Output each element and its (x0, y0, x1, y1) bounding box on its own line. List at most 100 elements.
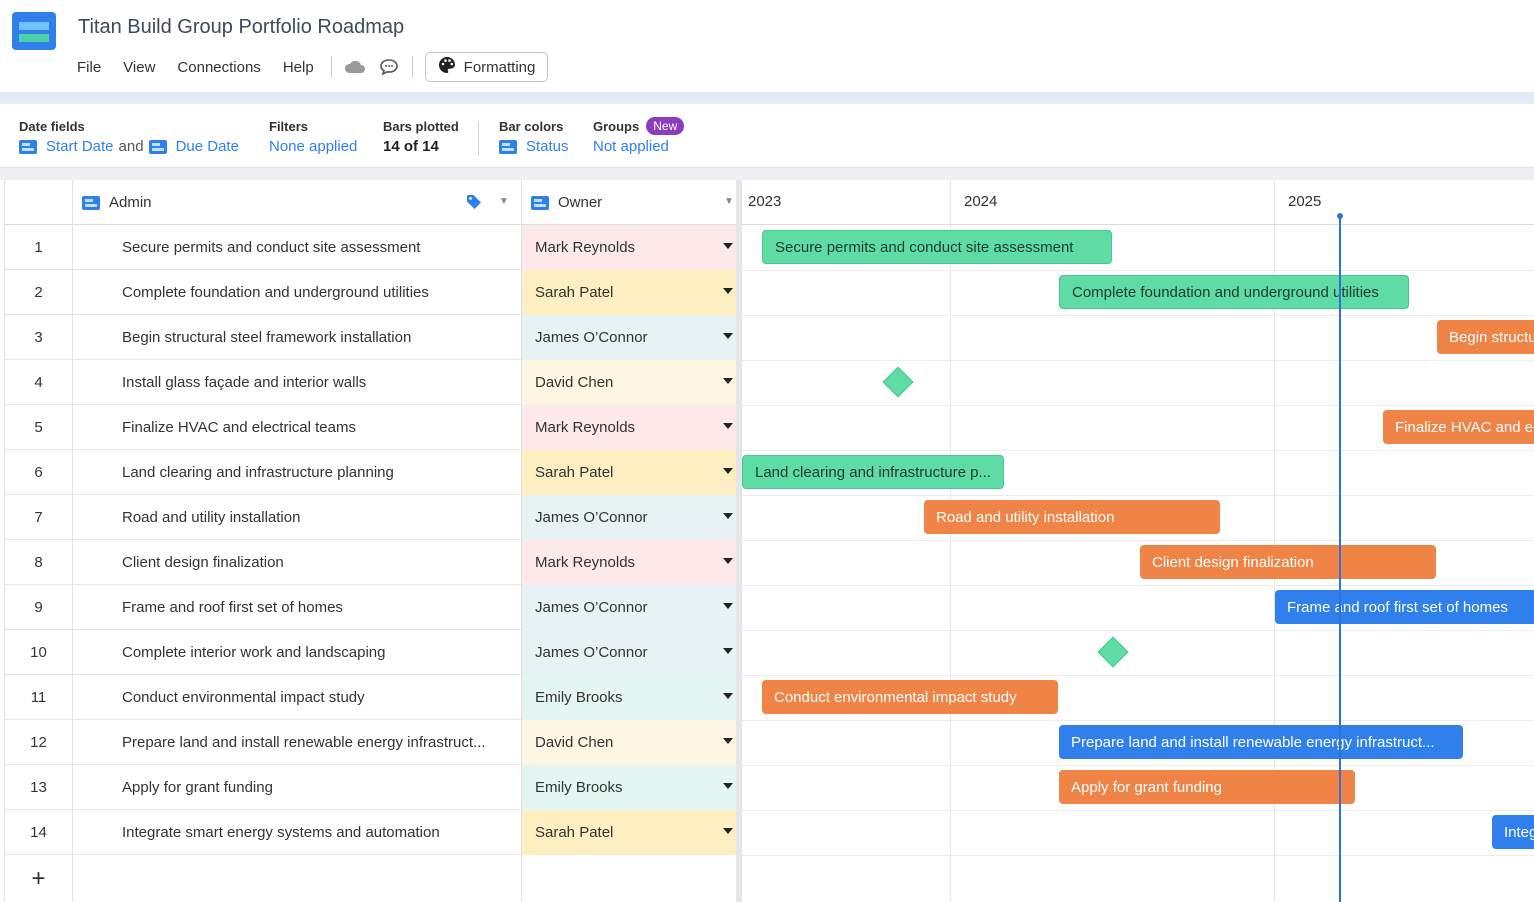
task-name-cell[interactable]: Client design finalization (73, 540, 522, 585)
owner-dropdown[interactable]: Emily Brooks (522, 765, 737, 810)
table-row[interactable]: 12 Prepare land and install renewable ene… (5, 720, 737, 765)
chevron-down-icon[interactable] (723, 648, 733, 654)
table-row[interactable]: 4 Install glass façade and interior walls… (5, 360, 737, 405)
task-name-cell[interactable]: Finalize HVAC and electrical teams (73, 405, 522, 450)
owner-dropdown[interactable]: James O’Connor (522, 315, 737, 360)
today-marker-dot (1337, 213, 1343, 219)
column-header-owner[interactable]: Owner ▼ (522, 180, 737, 225)
groups-option: Groups New Not applied (593, 117, 685, 155)
add-row-button[interactable]: + (5, 855, 73, 902)
add-row[interactable]: + (5, 855, 737, 902)
gantt-bar[interactable]: Land clearing and infrastructure p... (742, 455, 1004, 489)
owner-dropdown[interactable]: James O’Connor (522, 495, 737, 540)
gantt-bar[interactable]: Finalize HVAC and e (1383, 410, 1534, 444)
task-name-cell[interactable]: Install glass façade and interior walls (73, 360, 522, 405)
table-row[interactable]: 10 Complete interior work and landscaping… (5, 630, 737, 675)
task-name-cell[interactable]: Conduct environmental impact study (73, 675, 522, 720)
table-row[interactable]: 11 Conduct environmental impact study Emil… (5, 675, 737, 720)
chevron-down-icon[interactable] (723, 333, 733, 339)
chevron-down-icon[interactable] (723, 243, 733, 249)
menu-help[interactable]: Help (272, 59, 325, 76)
owner-column-label: Owner (558, 194, 603, 211)
chevron-down-icon[interactable] (723, 738, 733, 744)
milestone-diamond[interactable] (1097, 636, 1129, 668)
bar-colors-link[interactable]: Status (526, 138, 569, 155)
timeline-header: 2023 2024 2025 (742, 180, 1534, 225)
gantt-bar[interactable]: Client design finalization (1140, 545, 1436, 579)
today-marker (1339, 216, 1341, 902)
gantt-bar[interactable]: Secure permits and conduct site assessme… (762, 230, 1112, 264)
table-row[interactable]: 13 Apply for grant funding Emily Brooks (5, 765, 737, 810)
owner-dropdown[interactable]: Emily Brooks (522, 675, 737, 720)
chevron-down-icon[interactable]: ▼ (724, 196, 734, 207)
chevron-down-icon[interactable] (723, 828, 733, 834)
menu-view[interactable]: View (112, 59, 166, 76)
chevron-down-icon[interactable] (723, 693, 733, 699)
chevron-down-icon[interactable] (723, 783, 733, 789)
chevron-down-icon[interactable] (723, 603, 733, 609)
chevron-down-icon[interactable] (723, 288, 733, 294)
task-name-cell[interactable]: Prepare land and install renewable energ… (73, 720, 522, 765)
owner-dropdown[interactable]: James O’Connor (522, 585, 737, 630)
table-row[interactable]: 9 Frame and roof first set of homes James … (5, 585, 737, 630)
comment-icon[interactable] (372, 52, 406, 82)
gantt-bar[interactable]: Complete foundation and underground util… (1059, 275, 1409, 309)
owner-dropdown[interactable]: Sarah Patel (522, 450, 737, 495)
chevron-down-icon[interactable]: ▼ (499, 196, 509, 207)
chevron-down-icon[interactable] (723, 378, 733, 384)
table-row[interactable]: 2 Complete foundation and underground uti… (5, 270, 737, 315)
formatting-button[interactable]: Formatting (424, 52, 549, 82)
owner-column-icon (531, 195, 549, 210)
owner-name: Sarah Patel (535, 464, 614, 481)
table-row[interactable]: 3 Begin structural steel framework instal… (5, 315, 737, 360)
chevron-down-icon[interactable] (723, 513, 733, 519)
tag-icon[interactable] (466, 194, 482, 214)
menu-file[interactable]: File (66, 59, 112, 76)
task-name-cell[interactable]: Begin structural steel framework install… (73, 315, 522, 360)
milestone-diamond[interactable] (882, 366, 914, 398)
owner-dropdown[interactable]: David Chen (522, 720, 737, 765)
groups-link[interactable]: Not applied (593, 138, 669, 155)
gantt-bar[interactable]: Conduct environmental impact study (762, 680, 1058, 714)
owner-dropdown[interactable]: Sarah Patel (522, 270, 737, 315)
chevron-down-icon[interactable] (723, 468, 733, 474)
task-name-cell[interactable]: Integrate smart energy systems and autom… (73, 810, 522, 855)
bars-plotted-label: Bars plotted (383, 118, 459, 134)
task-name-cell[interactable]: Complete interior work and landscaping (73, 630, 522, 675)
owner-dropdown[interactable]: Mark Reynolds (522, 405, 737, 450)
owner-name: David Chen (535, 374, 614, 391)
cloud-icon[interactable] (338, 52, 372, 82)
owner-dropdown[interactable]: James O’Connor (522, 630, 737, 675)
menu-connections[interactable]: Connections (166, 59, 271, 76)
gantt-bar[interactable]: Prepare land and install renewable energ… (1059, 725, 1463, 759)
chevron-down-icon[interactable] (723, 423, 733, 429)
gantt-bar[interactable]: Frame and roof first set of homes (1275, 590, 1534, 624)
owner-dropdown[interactable]: Mark Reynolds (522, 225, 737, 270)
column-header-admin[interactable]: Admin ▼ (73, 180, 522, 225)
task-name-cell[interactable]: Land clearing and infrastructure plannin… (73, 450, 522, 495)
table-row[interactable]: 14 Integrate smart energy systems and aut… (5, 810, 737, 855)
gantt-bar[interactable]: Begin structu (1437, 320, 1534, 354)
table-row[interactable]: 1 Secure permits and conduct site assessm… (5, 225, 737, 270)
task-name-cell[interactable]: Frame and roof first set of homes (73, 585, 522, 630)
gantt-bar[interactable]: Apply for grant funding (1059, 770, 1355, 804)
table-row[interactable]: 5 Finalize HVAC and electrical teams Mark … (5, 405, 737, 450)
gantt-bar[interactable]: Road and utility installation (924, 500, 1220, 534)
owner-dropdown[interactable]: Sarah Patel (522, 810, 737, 855)
filters-link[interactable]: None applied (269, 138, 357, 155)
owner-dropdown[interactable]: Mark Reynolds (522, 540, 737, 585)
table-row[interactable]: 8 Client design finalization Mark Reynolds (5, 540, 737, 585)
chevron-down-icon[interactable] (723, 558, 733, 564)
owner-dropdown[interactable]: David Chen (522, 360, 737, 405)
due-date-link[interactable]: Due Date (176, 138, 239, 155)
task-name-cell[interactable]: Road and utility installation (73, 495, 522, 540)
task-name-cell[interactable]: Apply for grant funding (73, 765, 522, 810)
table-row[interactable]: 7 Road and utility installation James O’Co… (5, 495, 737, 540)
document-title[interactable]: Titan Build Group Portfolio Roadmap (78, 16, 404, 39)
task-name-cell[interactable]: Secure permits and conduct site assessme… (73, 225, 522, 270)
task-name-cell[interactable]: Complete foundation and underground util… (73, 270, 522, 315)
gantt-bar[interactable]: Integ (1492, 815, 1534, 849)
bar-colors-option: Bar colors Status (499, 118, 569, 155)
start-date-link[interactable]: Start Date (46, 138, 114, 155)
table-row[interactable]: 6 Land clearing and infrastructure planni… (5, 450, 737, 495)
